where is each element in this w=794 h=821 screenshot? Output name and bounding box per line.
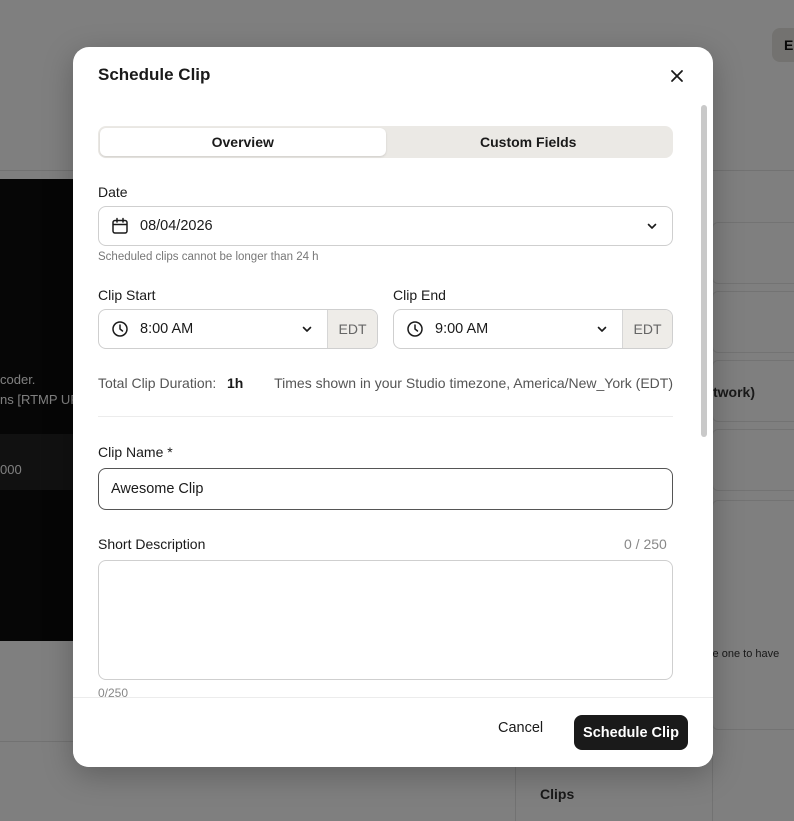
chevron-down-icon [644, 218, 660, 234]
schedule-clip-dialog: Schedule Clip Overview Custom Fields Dat… [73, 47, 713, 767]
clip-name-input[interactable]: Awesome Clip [98, 468, 673, 510]
short-description-counter: 0 / 250 [624, 536, 667, 552]
tab-bar: Overview Custom Fields [98, 126, 673, 158]
duration-value: 1h [227, 375, 244, 391]
clip-name-label: Clip Name * [98, 444, 173, 460]
clock-icon [110, 319, 130, 339]
close-icon [671, 70, 683, 82]
scrollbar-thumb[interactable] [701, 105, 707, 437]
cancel-button[interactable]: Cancel [498, 720, 543, 736]
clip-start-timezone: EDT [327, 310, 377, 348]
schedule-clip-button[interactable]: Schedule Clip [574, 715, 688, 750]
short-description-label: Short Description [98, 536, 206, 552]
section-divider [98, 416, 673, 417]
clip-end-value: 9:00 AM [435, 321, 489, 337]
clip-start-select[interactable]: 8:00 AM EDT [98, 309, 378, 349]
date-hint: Scheduled clips cannot be longer than 24… [98, 251, 319, 263]
timezone-note: Times shown in your Studio timezone, Ame… [274, 375, 673, 391]
tab-overview[interactable]: Overview [100, 128, 386, 156]
clip-end-select[interactable]: 9:00 AM EDT [393, 309, 673, 349]
short-description-textarea[interactable] [98, 560, 673, 680]
clip-end-label: Clip End [393, 287, 446, 303]
date-label: Date [98, 184, 128, 200]
clock-icon [405, 319, 425, 339]
chevron-down-icon [594, 321, 610, 337]
date-picker[interactable]: 08/04/2026 [98, 206, 673, 246]
clip-end-timezone: EDT [622, 310, 672, 348]
close-button[interactable] [666, 65, 688, 87]
dialog-title: Schedule Clip [98, 65, 211, 84]
chevron-down-icon [299, 321, 315, 337]
calendar-icon [110, 216, 130, 236]
dialog-footer: Cancel Schedule Clip [73, 697, 713, 767]
clip-start-label: Clip Start [98, 287, 156, 303]
date-value: 08/04/2026 [140, 218, 213, 234]
clip-start-value: 8:00 AM [140, 321, 194, 337]
duration-label: Total Clip Duration: [98, 375, 217, 391]
tab-custom-fields[interactable]: Custom Fields [386, 128, 672, 156]
